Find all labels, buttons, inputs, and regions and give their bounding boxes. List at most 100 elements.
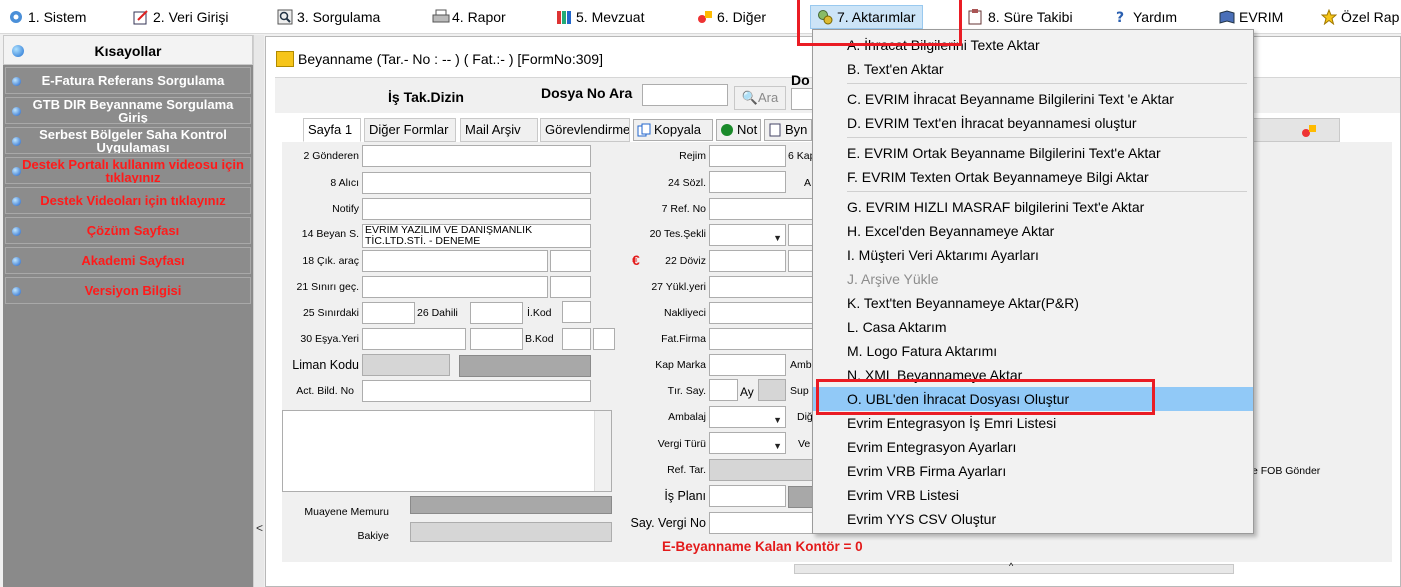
scrollbar[interactable]: [594, 411, 611, 491]
dosya-no-input[interactable]: [642, 84, 728, 106]
collapse-arrow-icon[interactable]: <: [256, 521, 263, 535]
menu-sorgulama[interactable]: 3. Sorgulama: [277, 7, 380, 27]
bkod-input[interactable]: [562, 328, 591, 350]
doviz-extra-input[interactable]: [788, 250, 813, 272]
kopyala-button[interactable]: Kopyala: [633, 119, 713, 141]
shortcut-efatura[interactable]: E-Fatura Referans Sorgulama: [5, 67, 251, 94]
menu-item-f[interactable]: F. EVRIM Texten Ortak Beyannameye Bilgi …: [813, 165, 1253, 189]
sinir-gec-input[interactable]: [362, 276, 548, 298]
do-input[interactable]: [791, 88, 813, 110]
say-vergi-no-input[interactable]: [709, 512, 813, 534]
sinirdaki-input[interactable]: [362, 302, 415, 324]
shortcut-label: Versiyon Bilgisi: [84, 283, 182, 298]
notes-textarea[interactable]: [282, 410, 612, 492]
esya-yeri-input[interactable]: [362, 328, 466, 350]
menu-yardim[interactable]: ? Yardım: [1113, 7, 1177, 27]
shortcut-gtb-dir[interactable]: GTB DIR Beyanname Sorgulama Giriş: [5, 97, 251, 124]
is-tak-dizin-label[interactable]: İş Tak.Dizin: [388, 89, 464, 105]
yukl-yeri-input[interactable]: [709, 276, 813, 298]
cik-arac-input[interactable]: [362, 250, 548, 272]
menu-evrim[interactable]: EVRIM: [1219, 7, 1283, 27]
menu-item-m[interactable]: M. Logo Fatura Aktarımı: [813, 339, 1253, 363]
tab-mail-arsiv[interactable]: Mail Arşiv: [460, 118, 538, 142]
menu-item-a[interactable]: A. İhracat Bilgilerini Texte Aktar: [813, 33, 1253, 57]
shortcut-destek-portali[interactable]: Destek Portalı kullanım videosu için tık…: [5, 157, 251, 184]
menu-item-b[interactable]: B. Text'en Aktar: [813, 57, 1253, 81]
menu-item-c[interactable]: C. EVRIM İhracat Beyanname Bilgilerini T…: [813, 87, 1253, 111]
ve-label: Ve: [798, 438, 811, 450]
ikod-input[interactable]: [562, 301, 591, 323]
a-label: A: [804, 177, 812, 189]
ref-tar-input[interactable]: [709, 459, 813, 481]
dahili-input[interactable]: [470, 302, 523, 324]
menu-veri-girisi[interactable]: 2. Veri Girişi: [133, 7, 228, 27]
nakliyeci-input[interactable]: [709, 302, 813, 324]
notify-input[interactable]: [362, 198, 591, 220]
menu-diger[interactable]: 6. Diğer: [697, 7, 766, 27]
menu-ozel-rapor[interactable]: Özel Rap: [1320, 7, 1399, 27]
menu-rapor[interactable]: 4. Rapor: [432, 7, 506, 27]
panel-splitter[interactable]: <: [253, 35, 264, 587]
menu-item-yys-csv[interactable]: Evrim YYS CSV Oluştur: [813, 507, 1253, 531]
tir-say-input[interactable]: [709, 379, 738, 401]
menu-item-o[interactable]: O. UBL'den İhracat Dosyası Oluştur: [813, 387, 1253, 411]
menu-item-vrb-firma-ayarlari[interactable]: Evrim VRB Firma Ayarları: [813, 459, 1253, 483]
menu-item-j[interactable]: J. Arşive Yükle: [813, 267, 1253, 291]
menu-item-e[interactable]: E. EVRIM Ortak Beyanname Bilgilerini Tex…: [813, 141, 1253, 165]
liman-kodu-input[interactable]: [362, 354, 450, 376]
menu-item-g[interactable]: G. EVRIM HIZLI MASRAF bilgilerini Text'e…: [813, 195, 1253, 219]
tab-diger-formlar[interactable]: Diğer Formlar: [364, 118, 456, 142]
menu-item-l[interactable]: L. Casa Aktarım: [813, 315, 1253, 339]
menu-item-n[interactable]: N. XML Beyannameye Aktar: [813, 363, 1253, 387]
sozl-input[interactable]: [709, 171, 786, 193]
shapes-icon[interactable]: [1301, 123, 1317, 142]
tab-sayfa-1[interactable]: Sayfa 1: [303, 118, 361, 142]
menu-aktarimlar[interactable]: 7. Aktarımlar: [810, 5, 923, 29]
menu-item-d[interactable]: D. EVRIM Text'en İhracat beyannamesi olu…: [813, 111, 1253, 135]
cik-arac-extra-input[interactable]: [550, 250, 591, 272]
tes-sekli-select[interactable]: ▼: [709, 224, 786, 246]
menu-mevzuat[interactable]: 5. Mevzuat: [556, 7, 644, 27]
fat-firma-input[interactable]: [709, 328, 813, 350]
shortcut-destek-videolari[interactable]: Destek Videoları için tıklayınız: [5, 187, 251, 214]
byn-button[interactable]: Byn: [764, 119, 812, 141]
kap-marka-input[interactable]: [709, 354, 786, 376]
horizontal-scrollbar[interactable]: ^: [794, 561, 1234, 574]
menu-sistem[interactable]: 1. Sistem: [8, 7, 86, 27]
menu-item-k[interactable]: K. Text'ten Beyannameye Aktar(P&R): [813, 291, 1253, 315]
bkod-extra-input[interactable]: [593, 328, 615, 350]
menu-item-entegrasyon-ayarlari[interactable]: Evrim Entegrasyon Ayarları: [813, 435, 1253, 459]
alici-input[interactable]: [362, 172, 591, 194]
gonderen-input[interactable]: [362, 145, 591, 167]
beyan-input[interactable]: EVRİM YAZILIM VE DANIŞMANLIK TİC.LTD.STİ…: [362, 224, 591, 248]
tab-gorevlendirme[interactable]: Görevlendirme: [540, 118, 630, 142]
bullet-icon: [12, 287, 21, 296]
esya-yeri-label: 30 Eşya.Yeri: [300, 333, 359, 345]
ref-no-input[interactable]: [709, 198, 813, 220]
chevron-up-icon[interactable]: ^: [1009, 561, 1013, 571]
is-plani-input[interactable]: [709, 485, 786, 507]
menu-item-i[interactable]: I. Müşteri Veri Aktarımı Ayarları: [813, 243, 1253, 267]
do-label: Do: [791, 72, 810, 88]
ambalaj-select[interactable]: ▼: [709, 406, 786, 428]
fob-gonder-label[interactable]: e FOB Gönder: [1252, 465, 1320, 477]
vergi-turu-select[interactable]: ▼: [709, 432, 786, 454]
tes-sekli-extra-input[interactable]: [788, 224, 813, 246]
act-bild-no-input[interactable]: [362, 380, 591, 402]
document-icon: [768, 123, 782, 137]
not-button[interactable]: Not: [716, 119, 761, 141]
doviz-input[interactable]: [709, 250, 786, 272]
esya-yeri-extra-input[interactable]: [470, 328, 523, 350]
shortcut-versiyon[interactable]: Versiyon Bilgisi: [5, 277, 251, 304]
sinir-gec-extra-input[interactable]: [550, 276, 591, 298]
menu-item-vrb-listesi[interactable]: Evrim VRB Listesi: [813, 483, 1253, 507]
menu-item-entegrasyon-is-emri[interactable]: Evrim Entegrasyon İş Emri Listesi: [813, 411, 1253, 435]
shortcut-akademi[interactable]: Akademi Sayfası: [5, 247, 251, 274]
shortcut-serbest-bolgeler[interactable]: Serbest Bölgeler Saha Kontrol Uygulaması: [5, 127, 251, 154]
ay-input[interactable]: [758, 379, 786, 401]
ara-button[interactable]: 🔍Ara: [734, 86, 786, 110]
menu-sure-takibi[interactable]: 8. Süre Takibi: [968, 7, 1073, 27]
shortcut-cozum-sayfasi[interactable]: Çözüm Sayfası: [5, 217, 251, 244]
rejim-input[interactable]: [709, 145, 786, 167]
menu-item-h[interactable]: H. Excel'den Beyannameye Aktar: [813, 219, 1253, 243]
